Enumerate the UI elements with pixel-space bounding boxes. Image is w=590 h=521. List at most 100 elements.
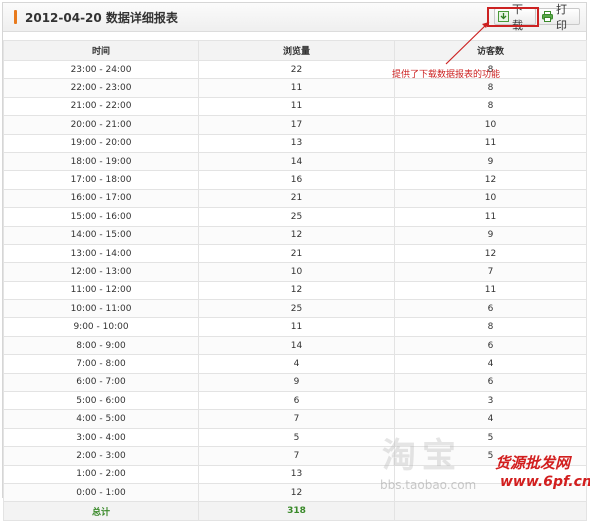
table-row: 16:00 - 17:00 21 10 — [3, 188, 587, 209]
cell-time: 17:00 - 18:00 — [3, 170, 199, 190]
cell-pageviews: 5 — [198, 427, 395, 448]
print-button[interactable]: 打印 — [538, 3, 580, 32]
cell-pageviews: 14 — [198, 335, 395, 356]
table-row: 1:00 - 2:00 13 — [3, 464, 587, 484]
cell-time: 20:00 - 21:00 — [3, 115, 199, 135]
cell-pageviews: 12 — [198, 482, 395, 503]
cell-time: 6:00 - 7:00 — [3, 372, 199, 393]
cell-pageviews: 25 — [198, 207, 395, 227]
cell-pageviews: 11 — [198, 78, 395, 98]
cell-time: 23:00 - 24:00 — [3, 59, 199, 80]
cell-time: 10:00 - 11:00 — [3, 299, 199, 319]
cell-visitors: 8 — [394, 96, 587, 117]
total-label: 总计 — [3, 501, 199, 521]
download-label: 下载 — [512, 2, 523, 32]
cell-pageviews: 21 — [198, 188, 395, 209]
cell-visitors: 12 — [394, 243, 587, 264]
cell-time: 2:00 - 3:00 — [3, 446, 199, 466]
table-row: 7:00 - 8:00 4 4 — [3, 354, 587, 374]
table-row: 19:00 - 20:00 13 11 — [3, 133, 587, 153]
total-pageviews: 318 — [198, 501, 395, 521]
table-row: 5:00 - 6:00 6 3 — [3, 391, 587, 411]
cell-pageviews: 10 — [198, 262, 395, 282]
table-row: 18:00 - 19:00 14 9 — [3, 151, 587, 172]
cell-pageviews: 11 — [198, 317, 395, 337]
table-row: 17:00 - 18:00 16 12 — [3, 170, 587, 190]
cell-visitors: 4 — [394, 354, 587, 374]
cell-time: 19:00 - 20:00 — [3, 133, 199, 153]
cell-time: 21:00 - 22:00 — [3, 96, 199, 117]
panel-header: 2012-04-20 数据详细报表 下载 打印 — [3, 3, 586, 32]
cell-visitors: 6 — [394, 335, 587, 356]
cell-time: 18:00 - 19:00 — [3, 151, 199, 172]
table-row: 0:00 - 1:00 12 — [3, 482, 587, 503]
cell-time: 14:00 - 15:00 — [3, 225, 199, 245]
cell-visitors: 9 — [394, 225, 587, 245]
cell-visitors: 5 — [394, 427, 587, 448]
download-button[interactable]: 下载 — [494, 3, 536, 32]
cell-visitors: 7 — [394, 262, 587, 282]
cell-visitors — [394, 482, 587, 503]
cell-time: 13:00 - 14:00 — [3, 243, 199, 264]
cell-pageviews: 9 — [198, 372, 395, 393]
title-accent-bar — [14, 10, 17, 24]
table-row: 15:00 - 16:00 25 11 — [3, 207, 587, 227]
cell-visitors: 6 — [394, 299, 587, 319]
cell-pageviews: 16 — [198, 170, 395, 190]
cell-pageviews: 12 — [198, 280, 395, 301]
cell-pageviews: 7 — [198, 409, 395, 429]
table-row: 22:00 - 23:00 11 8 — [3, 78, 587, 98]
cell-pageviews: 13 — [198, 133, 395, 153]
printer-icon — [542, 11, 553, 22]
cell-time: 7:00 - 8:00 — [3, 354, 199, 374]
cell-time: 0:00 - 1:00 — [3, 482, 199, 503]
cell-pageviews: 25 — [198, 299, 395, 319]
cell-pageviews: 22 — [198, 59, 395, 80]
table-row: 21:00 - 22:00 11 8 — [3, 96, 587, 117]
cell-visitors: 10 — [394, 115, 587, 135]
cell-visitors: 9 — [394, 151, 587, 172]
table-row: 10:00 - 11:00 25 6 — [3, 299, 587, 319]
cell-pageviews: 14 — [198, 151, 395, 172]
cell-time: 3:00 - 4:00 — [3, 427, 199, 448]
table-row: 8:00 - 9:00 14 6 — [3, 335, 587, 356]
table-row: 6:00 - 7:00 9 6 — [3, 372, 587, 393]
cell-visitors: 11 — [394, 207, 587, 227]
table-header-row: 时间 浏览量 访客数 — [3, 40, 587, 61]
cell-pageviews: 11 — [198, 96, 395, 117]
table-total-row: 总计 318 — [3, 501, 587, 521]
table-row: 2:00 - 3:00 7 5 — [3, 446, 587, 466]
cell-visitors: 8 — [394, 317, 587, 337]
cell-pageviews: 17 — [198, 115, 395, 135]
table-row: 3:00 - 4:00 5 5 — [3, 427, 587, 448]
page-title: 2012-04-20 数据详细报表 — [25, 11, 178, 25]
total-visitors — [394, 501, 587, 521]
download-icon — [498, 11, 509, 22]
cell-pageviews: 7 — [198, 446, 395, 466]
cell-time: 9:00 - 10:00 — [3, 317, 199, 337]
cell-visitors: 11 — [394, 280, 587, 301]
cell-visitors — [394, 464, 587, 484]
cell-visitors: 8 — [394, 78, 587, 98]
table-row: 20:00 - 21:00 17 10 — [3, 115, 587, 135]
cell-time: 15:00 - 16:00 — [3, 207, 199, 227]
table-row: 13:00 - 14:00 21 12 — [3, 243, 587, 264]
cell-time: 4:00 - 5:00 — [3, 409, 199, 429]
column-header-visitors: 访客数 — [394, 40, 587, 61]
cell-visitors: 6 — [394, 372, 587, 393]
report-panel: 2012-04-20 数据详细报表 下载 打印 时间 浏览量 访客数 23:00… — [2, 2, 587, 521]
cell-time: 12:00 - 13:00 — [3, 262, 199, 282]
table-row: 4:00 - 5:00 7 4 — [3, 409, 587, 429]
cell-time: 8:00 - 9:00 — [3, 335, 199, 356]
cell-pageviews: 13 — [198, 464, 395, 484]
cell-visitors: 3 — [394, 391, 587, 411]
cell-visitors: 4 — [394, 409, 587, 429]
table-row: 11:00 - 12:00 12 11 — [3, 280, 587, 301]
cell-time: 16:00 - 17:00 — [3, 188, 199, 209]
print-label: 打印 — [556, 2, 567, 32]
cell-visitors: 5 — [394, 446, 587, 466]
cell-time: 11:00 - 12:00 — [3, 280, 199, 301]
cell-time: 22:00 - 23:00 — [3, 78, 199, 98]
cell-time: 1:00 - 2:00 — [3, 464, 199, 484]
cell-visitors: 11 — [394, 133, 587, 153]
